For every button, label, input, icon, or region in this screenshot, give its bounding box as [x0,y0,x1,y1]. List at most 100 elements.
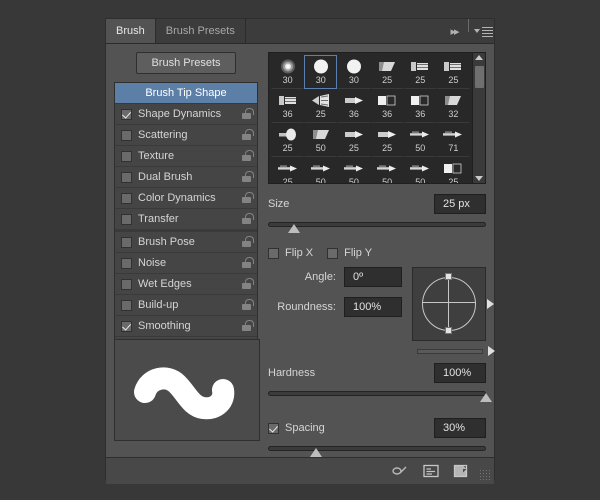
brush-tip-cell[interactable]: 36 [337,89,370,123]
dial-handle-bottom[interactable] [445,327,452,334]
option-row-transfer[interactable]: Transfer [115,208,257,229]
option-checkbox[interactable] [121,237,132,248]
brush-tip-cell[interactable]: 25 [371,55,404,89]
lock-icon[interactable] [241,299,252,311]
brush-presets-panel-icon[interactable] [423,464,439,478]
new-brush-preset-icon[interactable] [453,464,468,478]
brush-tip-cell[interactable]: 30 [337,55,370,89]
lock-icon[interactable] [241,257,252,269]
option-checkbox[interactable] [121,258,132,269]
size-slider-track[interactable] [268,222,486,227]
panel-menu-button[interactable] [472,19,494,43]
scrollbar-track[interactable] [473,60,485,176]
lock-icon[interactable] [241,278,252,290]
tab-brush-presets[interactable]: Brush Presets [156,19,246,43]
option-row-noise[interactable]: Noise [115,252,257,273]
hardness-slider[interactable] [268,388,486,402]
option-checkbox[interactable] [121,172,132,183]
brush-tip-cell[interactable]: 36 [271,89,304,123]
flip-y-checkbox[interactable]: Flip Y [327,247,372,259]
lock-icon[interactable] [241,129,252,141]
angle-roundness-dial[interactable] [412,267,486,341]
spacing-input[interactable]: 30% [434,418,486,438]
lock-icon[interactable] [241,171,252,183]
spacing-checkbox-box[interactable] [268,423,279,434]
hardness-input[interactable]: 100% [434,363,486,383]
brush-tip-cell[interactable]: 25 [271,157,304,184]
brush-tip-cell[interactable]: 25 [371,123,404,157]
option-checkbox[interactable] [121,193,132,204]
flip-y-checkbox-box[interactable] [327,248,338,259]
brush-tip-cell[interactable]: 25 [437,157,470,184]
brush-stroke-preview [114,339,260,441]
lock-icon[interactable] [241,320,252,332]
brush-tip-cell[interactable]: 50 [337,157,370,184]
option-row-scattering[interactable]: Scattering [115,124,257,145]
brush-grid-scrollbar[interactable] [472,53,485,183]
spacing-slider[interactable] [268,443,486,457]
brush-tip-cell[interactable]: 50 [371,157,404,184]
option-row-wet-edges[interactable]: Wet Edges [115,273,257,294]
resize-grip-icon[interactable] [479,469,491,481]
brush-tip-cell[interactable]: 50 [404,123,437,157]
brush-tip-cell[interactable]: 25 [304,89,337,123]
lock-icon[interactable] [241,150,252,162]
brush-tip-cell[interactable]: 32 [437,89,470,123]
brush-tip-cell[interactable]: 50 [404,157,437,184]
brush-tip-cell[interactable]: 25 [271,123,304,157]
brush-tip-size-label: 30 [349,75,359,86]
brush-tip-size-label: 25 [448,177,458,184]
option-row-texture[interactable]: Texture [115,145,257,166]
hardness-slider-track[interactable] [268,391,486,396]
flip-x-checkbox-box[interactable] [268,248,279,259]
option-checkbox[interactable] [121,214,132,225]
spacing-slider-thumb[interactable] [310,448,322,457]
size-slider[interactable] [268,219,486,233]
roundness-input[interactable]: 100% [344,297,402,317]
dial-handle-top[interactable] [445,273,452,280]
lock-icon[interactable] [241,213,252,225]
spacing-checkbox[interactable]: Spacing [268,422,325,434]
flip-x-checkbox[interactable]: Flip X [268,247,313,259]
scrollbar-thumb[interactable] [475,66,484,88]
brush-tip-cell[interactable]: 30 [304,55,337,89]
lock-icon[interactable] [241,236,252,248]
brush-presets-button[interactable]: Brush Presets [136,52,235,74]
option-checkbox[interactable] [121,279,132,290]
option-row-shape-dynamics[interactable]: Shape Dynamics [115,103,257,124]
brush-tip-cell[interactable]: 71 [437,123,470,157]
option-row-color-dynamics[interactable]: Color Dynamics [115,187,257,208]
hardness-slider-thumb[interactable] [480,393,492,402]
brush-tip-cell[interactable]: 25 [337,123,370,157]
size-input[interactable]: 25 px [434,194,486,214]
lock-icon[interactable] [241,108,252,120]
option-checkbox[interactable] [121,151,132,162]
spacing-slider-track[interactable] [268,446,486,451]
tab-brush[interactable]: Brush [106,19,156,43]
angle-input[interactable]: 0º [344,267,402,287]
dial-roundness-bar[interactable] [417,349,483,354]
option-brush-tip-shape[interactable]: Brush Tip Shape [115,83,257,103]
brush-tip-cell[interactable]: 50 [304,157,337,184]
brush-options-list: Brush Tip Shape Shape DynamicsScattering… [114,82,258,358]
option-row-dual-brush[interactable]: Dual Brush [115,166,257,187]
brush-tip-cell[interactable]: 36 [371,89,404,123]
option-checkbox[interactable] [121,300,132,311]
option-checkbox[interactable] [121,130,132,141]
option-row-smoothing[interactable]: Smoothing [115,315,257,336]
brush-tip-cell[interactable]: 36 [404,89,437,123]
collapse-panel-button[interactable]: ▸▸ [443,19,465,43]
option-checkbox[interactable] [121,321,132,332]
option-row-brush-pose[interactable]: Brush Pose [115,229,257,252]
presets-button-row: Brush Presets [114,52,258,74]
option-row-build-up[interactable]: Build-up [115,294,257,315]
scroll-down-arrow-icon[interactable] [475,176,483,181]
brush-tip-cell[interactable]: 25 [437,55,470,89]
brush-tip-cell[interactable]: 50 [304,123,337,157]
size-slider-thumb[interactable] [288,224,300,233]
toggle-brush-pressure-icon[interactable] [391,464,409,478]
option-checkbox[interactable] [121,109,132,120]
lock-icon[interactable] [241,192,252,204]
brush-tip-cell[interactable]: 30 [271,55,304,89]
brush-tip-cell[interactable]: 25 [404,55,437,89]
